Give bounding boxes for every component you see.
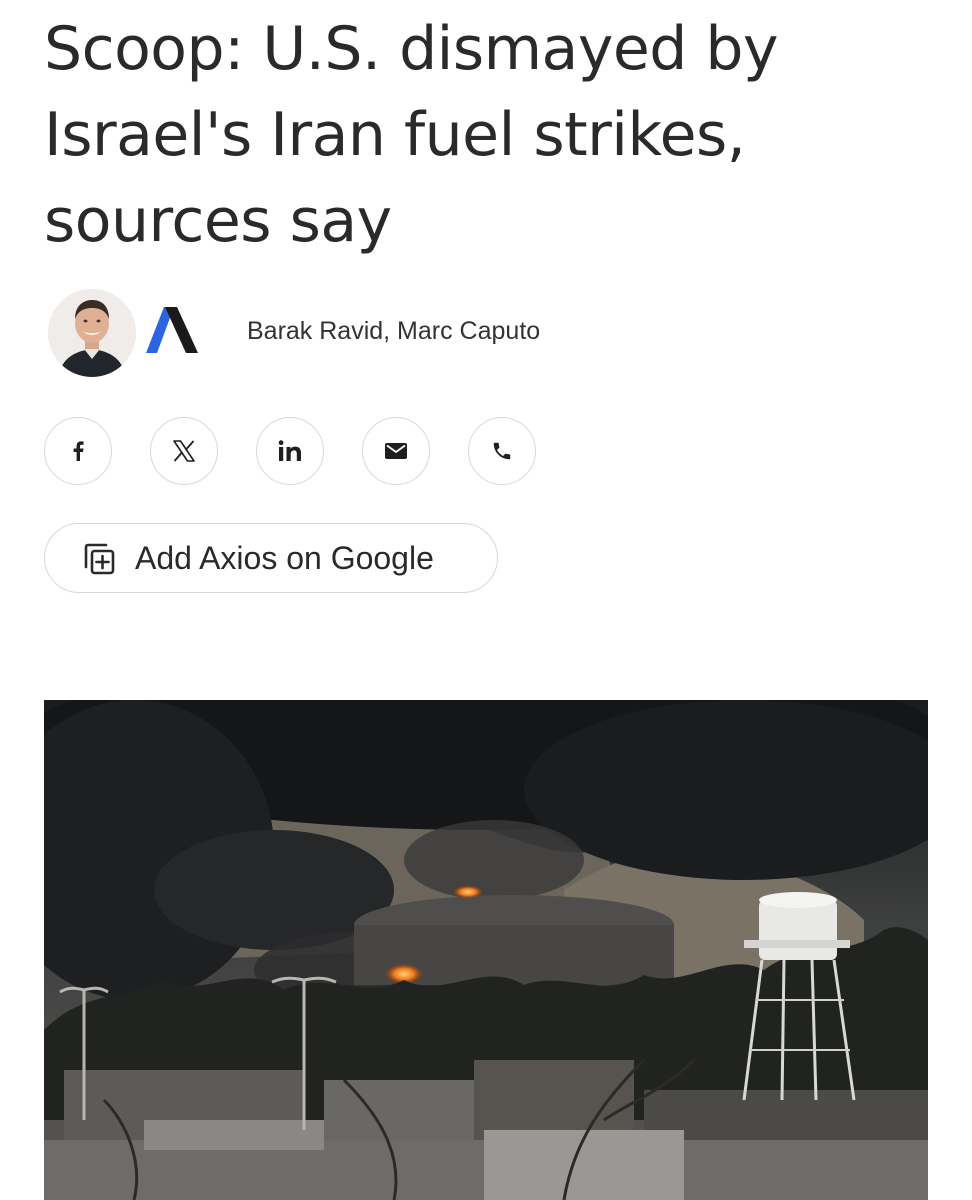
author-avatar[interactable] — [48, 289, 136, 377]
author-photo-icon — [48, 289, 136, 377]
share-facebook-button[interactable] — [44, 417, 112, 485]
add-axios-on-google-label: Add Axios on Google — [135, 540, 434, 576]
share-x-button[interactable] — [150, 417, 218, 485]
article-page: Scoop: U.S. dismayed by Israel's Iran fu… — [0, 0, 972, 1200]
headline: Scoop: U.S. dismayed by Israel's Iran fu… — [44, 14, 779, 256]
hero-image — [44, 700, 928, 1200]
author-names[interactable]: Barak Ravid, Marc Caputo — [247, 317, 540, 346]
share-linkedin-button[interactable] — [256, 417, 324, 485]
add-axios-on-google-button[interactable]: Add Axios on Google — [44, 523, 498, 593]
share-buttons — [44, 417, 564, 487]
linkedin-icon — [278, 440, 301, 461]
axios-logo-icon[interactable] — [144, 307, 200, 357]
share-email-button[interactable] — [362, 417, 430, 485]
byline: Barak Ravid, Marc Caputo — [48, 289, 928, 377]
email-icon — [385, 443, 407, 459]
facebook-icon — [73, 441, 84, 461]
x-icon — [173, 440, 195, 462]
phone-icon — [493, 442, 511, 460]
add-source-icon — [84, 543, 115, 575]
photo-fuel-depot-fire — [44, 700, 928, 1200]
share-phone-button[interactable] — [468, 417, 536, 485]
